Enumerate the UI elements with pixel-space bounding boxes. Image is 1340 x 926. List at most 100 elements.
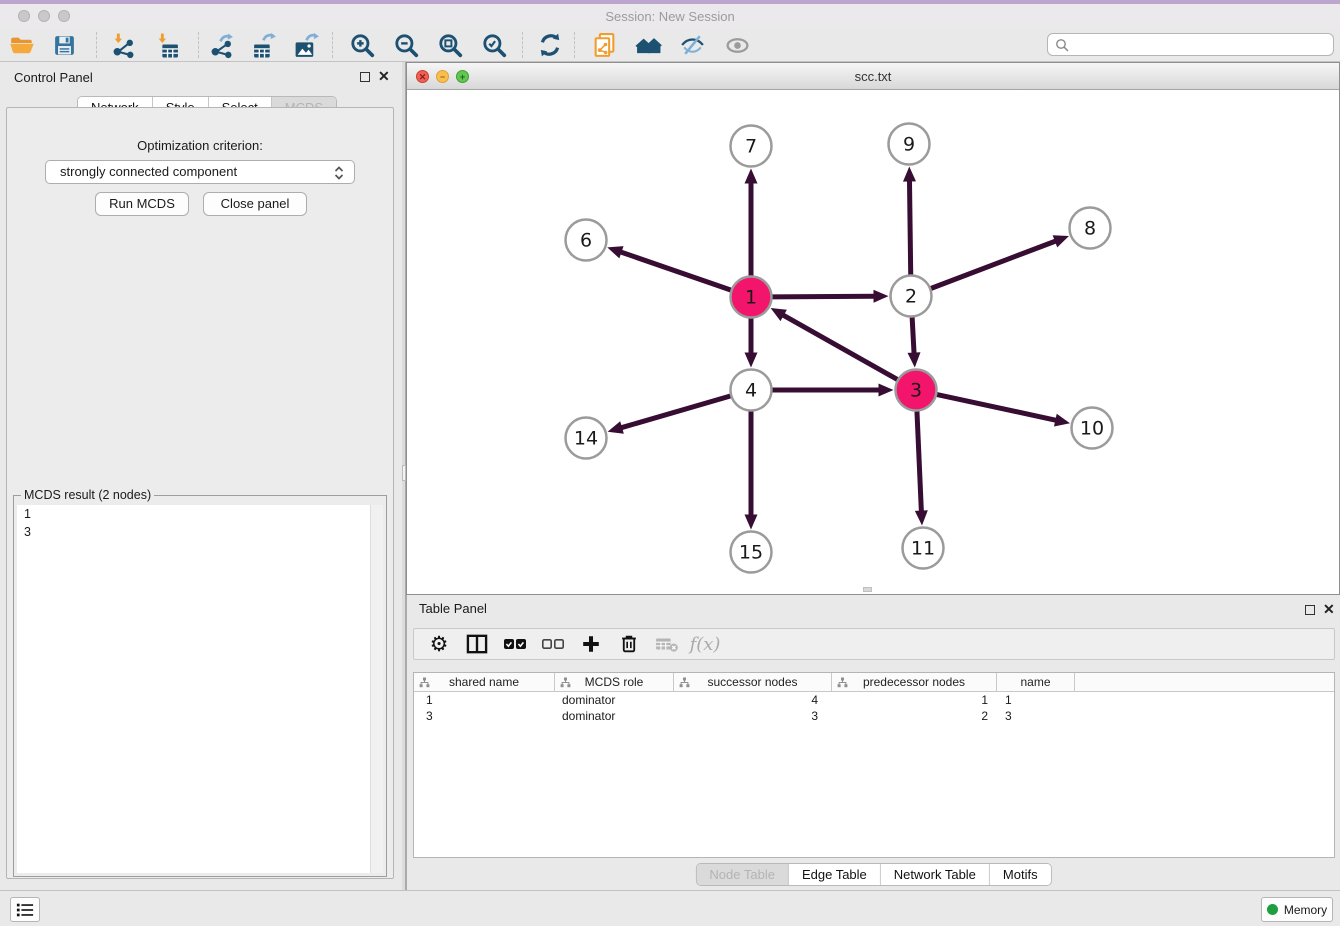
graph-edge-1-2[interactable] (772, 296, 875, 297)
float-table-panel-icon[interactable] (1305, 605, 1315, 615)
graph-node-15[interactable]: 15 (731, 532, 772, 573)
graph-edge-2-8[interactable] (931, 241, 1057, 289)
table-cell[interactable]: 1 (414, 692, 555, 708)
mcds-result-list[interactable]: 13 (17, 505, 383, 873)
column-header-label: successor nodes (707, 675, 797, 689)
table-body: 1dominator4113dominator323 (414, 692, 1334, 724)
close-table-panel-icon[interactable]: ✕ (1323, 600, 1335, 618)
result-scrollbar[interactable] (370, 505, 383, 873)
table-cell[interactable]: 3 (674, 708, 832, 724)
graph-edge-2-9[interactable] (909, 179, 910, 274)
graph-edge-arrowhead (879, 384, 894, 397)
graph-edge-arrowhead (745, 515, 758, 530)
zoom-selected-icon[interactable] (480, 31, 508, 59)
table-cell[interactable]: dominator (555, 692, 674, 708)
table-settings-icon[interactable]: ⚙ (424, 631, 454, 657)
table-tab-network-table[interactable]: Network Table (881, 864, 990, 885)
zoom-in-icon[interactable] (348, 31, 376, 59)
table-row[interactable]: 3dominator323 (414, 708, 1334, 724)
table-row[interactable]: 1dominator411 (414, 692, 1334, 708)
canvas-resize-grip[interactable] (863, 587, 872, 592)
save-session-icon[interactable] (50, 31, 78, 59)
graph-edge-arrowhead (1054, 414, 1070, 427)
window-title: Session: New Session (0, 9, 1340, 24)
float-panel-icon[interactable] (360, 72, 370, 82)
graph-node-4[interactable]: 4 (731, 370, 772, 411)
table-tab-node-table[interactable]: Node Table (696, 864, 789, 885)
hide-selected-icon[interactable] (678, 31, 706, 59)
task-history-button[interactable] (10, 897, 40, 922)
select-all-columns-icon[interactable] (500, 631, 530, 657)
table-cell[interactable]: dominator (555, 708, 674, 724)
graph-node-7[interactable]: 7 (731, 126, 772, 167)
unselect-all-columns-icon[interactable] (538, 631, 568, 657)
run-mcds-button[interactable]: Run MCDS (95, 192, 189, 216)
table-cell[interactable]: 3 (997, 708, 1075, 724)
network-canvas[interactable]: 7 9 6 8 1 2 4 3 14 10 15 11 (407, 90, 1339, 592)
graph-edge-3-10[interactable] (937, 395, 1057, 421)
column-header-mcds-role[interactable]: MCDS role (555, 673, 674, 691)
graph-node-10[interactable]: 10 (1072, 408, 1113, 449)
new-network-from-selection-icon[interactable] (590, 31, 618, 59)
table-panel-title: Table Panel (419, 601, 487, 616)
table-cell[interactable]: 4 (674, 692, 832, 708)
delete-column-icon[interactable] (614, 631, 644, 657)
table-tab-motifs[interactable]: Motifs (990, 864, 1051, 885)
export-network-icon[interactable] (206, 31, 234, 59)
export-table-icon[interactable] (250, 31, 278, 59)
svg-text:9: 9 (903, 134, 915, 156)
table-cell[interactable]: 1 (997, 692, 1075, 708)
show-column-panel-icon[interactable] (462, 631, 492, 657)
graph-edge-1-6[interactable] (620, 252, 731, 290)
graph-node-14[interactable]: 14 (566, 418, 607, 459)
svg-text:3: 3 (910, 380, 922, 402)
result-item[interactable]: 3 (17, 523, 383, 541)
optimization-criterion-dropdown[interactable]: strongly connected component (45, 160, 355, 184)
graph-node-9[interactable]: 9 (889, 124, 930, 165)
show-all-icon[interactable] (723, 31, 751, 59)
table-cell[interactable]: 2 (832, 708, 997, 724)
table-cell[interactable]: 3 (414, 708, 555, 724)
memory-label: Memory (1284, 903, 1327, 917)
close-panel-button[interactable]: Close panel (203, 192, 307, 216)
graph-node-6[interactable]: 6 (566, 220, 607, 261)
graph-edge-arrowhead (873, 290, 888, 303)
column-header-name[interactable]: name (997, 673, 1075, 691)
graph-edge-3-11[interactable] (917, 411, 921, 512)
graph-node-3[interactable]: 3 (896, 370, 937, 411)
import-table-icon[interactable] (152, 31, 180, 59)
table-tab-edge-table[interactable]: Edge Table (789, 864, 881, 885)
graph-node-2[interactable]: 2 (891, 276, 932, 317)
mcds-result-title: MCDS result (2 nodes) (21, 488, 154, 502)
mcds-result-groupbox: MCDS result (2 nodes) 13 (13, 495, 387, 877)
export-image-icon[interactable] (292, 31, 320, 59)
node-table: shared nameMCDS role successor nodes prede… (413, 672, 1335, 858)
import-network-icon[interactable] (108, 31, 136, 59)
svg-text:8: 8 (1084, 218, 1096, 240)
graph-edge-2-3[interactable] (912, 317, 914, 354)
graph-edge-3-1[interactable] (782, 314, 897, 379)
graph-node-11[interactable]: 11 (903, 528, 944, 569)
table-cell[interactable]: 1 (832, 692, 997, 708)
svg-text:14: 14 (574, 428, 598, 450)
close-panel-icon[interactable]: ✕ (378, 67, 390, 85)
hierarchy-icon (679, 677, 690, 688)
open-session-icon[interactable] (8, 31, 36, 59)
first-neighbors-icon[interactable] (634, 31, 662, 59)
network-window-titlebar[interactable]: scc.txt (407, 63, 1339, 90)
memory-button[interactable]: Memory (1261, 897, 1333, 922)
graph-node-8[interactable]: 8 (1070, 208, 1111, 249)
column-header-predecessor-nodes[interactable]: predecessor nodes (832, 673, 997, 691)
delete-table-icon (652, 631, 682, 657)
apply-layout-icon[interactable] (536, 31, 564, 59)
search-input[interactable] (1072, 35, 1327, 54)
create-column-icon[interactable] (576, 631, 606, 657)
graph-node-1[interactable]: 1 (731, 277, 772, 318)
zoom-out-icon[interactable] (392, 31, 420, 59)
graph-edge-arrowhead (1053, 235, 1069, 247)
graph-edge-4-14[interactable] (620, 396, 730, 428)
column-header-shared-name[interactable]: shared name (414, 673, 555, 691)
column-header-successor-nodes[interactable]: successor nodes (674, 673, 832, 691)
zoom-fit-icon[interactable] (436, 31, 464, 59)
result-item[interactable]: 1 (17, 505, 383, 523)
